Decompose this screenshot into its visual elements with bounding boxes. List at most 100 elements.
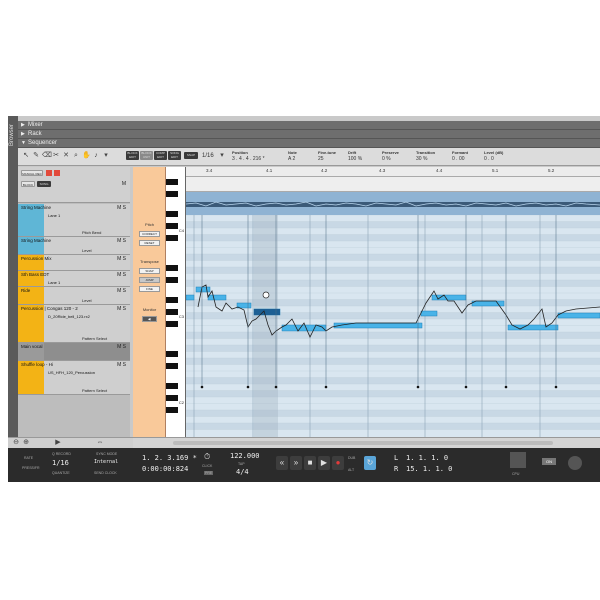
finetune-field[interactable]: Fine-tune 25 [318, 150, 336, 162]
track-row[interactable]: Main vocal M S [18, 343, 130, 361]
horizontal-zoom-icon[interactable]: ⇔ [96, 439, 104, 447]
eraser-tool-icon[interactable]: ⌫ [42, 152, 52, 160]
black-key[interactable] [166, 383, 178, 389]
rewind-button[interactable]: « [276, 456, 288, 470]
transition-field[interactable]: Transition 30 % [416, 150, 435, 162]
rack-panel-bar[interactable]: ▶ Rack [18, 130, 600, 139]
block-edit-button[interactable]: BLOCK EDIT [126, 151, 139, 160]
magnify-tool-icon[interactable]: ⌕ [72, 152, 80, 160]
track-name[interactable]: Sth Bass EDT [21, 272, 49, 277]
song-time[interactable]: 0:00:00:824 [142, 465, 188, 473]
automation-param[interactable]: Level [82, 298, 92, 303]
reset-button[interactable]: RESET [139, 240, 160, 246]
dub-label[interactable]: DUB [348, 456, 355, 460]
mixer-panel-bar[interactable]: ▶ Mixer [18, 121, 600, 130]
mute-solo-buttons[interactable]: M S [117, 306, 126, 312]
snap-button[interactable]: SNAP [184, 152, 198, 159]
zoom-in-icon[interactable]: ⊕ [22, 439, 30, 447]
quantize-value[interactable]: 1/16 [52, 459, 69, 467]
track-row[interactable]: Shuffle loop - Hi M S US_HFH_120_Percussio… [18, 361, 130, 395]
browser-strip[interactable]: Browser [8, 116, 18, 482]
track-row[interactable]: Sth Bass EDT M S Lane 1 [18, 271, 130, 287]
time-signature[interactable]: 4/4 [236, 468, 249, 476]
automation-param[interactable]: Pattern Select [82, 388, 107, 393]
stop-button[interactable]: ■ [304, 456, 316, 470]
lane-name[interactable]: D_20Ride_bell_123.rx2 [48, 314, 90, 319]
block-unit-button[interactable]: BLOCK UNIT [140, 151, 153, 160]
track-row[interactable]: Percussion Mix M S [18, 255, 130, 271]
lane-name[interactable]: Lane 1 [48, 280, 60, 285]
track-name[interactable]: Percussion Mix [21, 256, 52, 261]
solo-all-icon[interactable] [54, 170, 60, 176]
on-button[interactable]: ON [542, 458, 556, 465]
position-field[interactable]: Position 3 . 4 . 4 . 216 * [232, 150, 265, 162]
formant-field[interactable]: Formant 0 . 00 [452, 150, 468, 162]
track-name[interactable]: Main vocal [21, 344, 43, 349]
record-button[interactable]: ● [332, 456, 344, 470]
song-position[interactable]: 1. 2. 3.169 * [142, 454, 197, 462]
black-key[interactable] [166, 351, 178, 357]
note-field[interactable]: Note A 2 [288, 150, 297, 162]
track-row[interactable]: String Machine M S Level [18, 237, 130, 255]
mute-all-icon[interactable] [46, 170, 52, 176]
black-key[interactable] [166, 223, 178, 229]
razor-tool-icon[interactable]: ✂ [52, 152, 60, 160]
block-button[interactable]: BLOCK [21, 181, 35, 187]
black-key[interactable] [166, 309, 178, 315]
fine-transpose-button[interactable]: FINE [139, 286, 160, 292]
black-key[interactable] [166, 211, 178, 217]
alt-label[interactable]: ALT [348, 468, 354, 472]
jump-transpose-button[interactable]: JUMP [139, 277, 160, 283]
metronome-icon[interactable]: ⏱ [204, 452, 210, 462]
track-row[interactable]: Ride M S Level [18, 287, 130, 305]
track-name[interactable]: String Machine [21, 238, 51, 243]
timeline-ruler[interactable]: 3.4 4.1 4.2 4.3 4.4 5.1 5.2 [186, 167, 600, 177]
black-key[interactable] [166, 363, 178, 369]
track-name[interactable]: Percussion | Congas 120 - 2 [21, 306, 78, 311]
pencil-tool-icon[interactable]: ✎ [32, 152, 40, 160]
scroll-thumb[interactable] [173, 441, 553, 445]
track-name[interactable]: Ride [21, 288, 30, 293]
tap-label[interactable]: TAP [238, 462, 245, 466]
level-field[interactable]: Level (dB) 0 . 0 [484, 150, 503, 162]
automation-param[interactable]: Pitch Bend [82, 230, 101, 235]
chevron-down-icon[interactable]: ▾ [218, 152, 226, 160]
black-key[interactable] [166, 407, 178, 413]
lane-name[interactable]: Lane 1 [48, 213, 60, 218]
position-marker-icon[interactable]: ▶ [54, 439, 62, 447]
clip-overview[interactable] [186, 192, 600, 215]
comp-edit-button[interactable]: COMP EDIT [154, 151, 167, 160]
song-button[interactable]: SONG [37, 181, 51, 187]
lane-name[interactable]: US_HFH_120_Percussion [48, 370, 95, 375]
hand-tool-icon[interactable]: ✋ [82, 152, 91, 160]
pitch-editor[interactable]: 3.4 4.1 4.2 4.3 4.4 5.1 5.2 [186, 167, 600, 437]
mute-solo-buttons[interactable]: M S [117, 238, 126, 244]
fast-forward-button[interactable]: » [290, 456, 302, 470]
snap-value[interactable]: 1/16 [202, 153, 214, 159]
sync-mode-value[interactable]: Internal [94, 459, 118, 465]
piano-keyboard[interactable]: C4 C3 C2 [166, 167, 186, 437]
black-key[interactable] [166, 297, 178, 303]
mute-solo-buttons[interactable]: M S [117, 256, 126, 262]
automation-param[interactable]: Level [82, 248, 92, 253]
black-key[interactable] [166, 235, 178, 241]
loop-button[interactable]: ↻ [364, 456, 376, 470]
manual-rec-button[interactable]: MANUAL REC [21, 170, 43, 176]
automation-param[interactable]: Pattern Select [82, 336, 107, 341]
zoom-out-icon[interactable]: ⊖ [12, 439, 20, 447]
mute-solo-buttons[interactable]: M S [117, 362, 126, 368]
black-key[interactable] [166, 395, 178, 401]
mute-solo-buttons[interactable]: M S [117, 344, 126, 350]
track-name[interactable]: Shuffle loop - Hi [21, 362, 53, 367]
editor-scrollbar[interactable] [133, 437, 600, 448]
track-row[interactable]: Percussion | Congas 120 - 2 M S D_20Ride_b… [18, 305, 130, 343]
song-edit-button[interactable]: SONG EDIT [168, 151, 181, 160]
sequencer-panel-bar[interactable]: ▼ Sequencer [18, 139, 600, 148]
preserve-field[interactable]: Preserve 0 % [382, 150, 399, 162]
tempo-value[interactable]: 122.000 [230, 452, 260, 460]
black-key[interactable] [166, 277, 178, 283]
mute-solo-buttons[interactable]: M S [117, 205, 126, 211]
rate-value[interactable]: PRESSIFR [22, 466, 40, 470]
master-mute-icon[interactable]: M [122, 181, 126, 187]
snap-transpose-button[interactable]: SNAP [139, 268, 160, 274]
